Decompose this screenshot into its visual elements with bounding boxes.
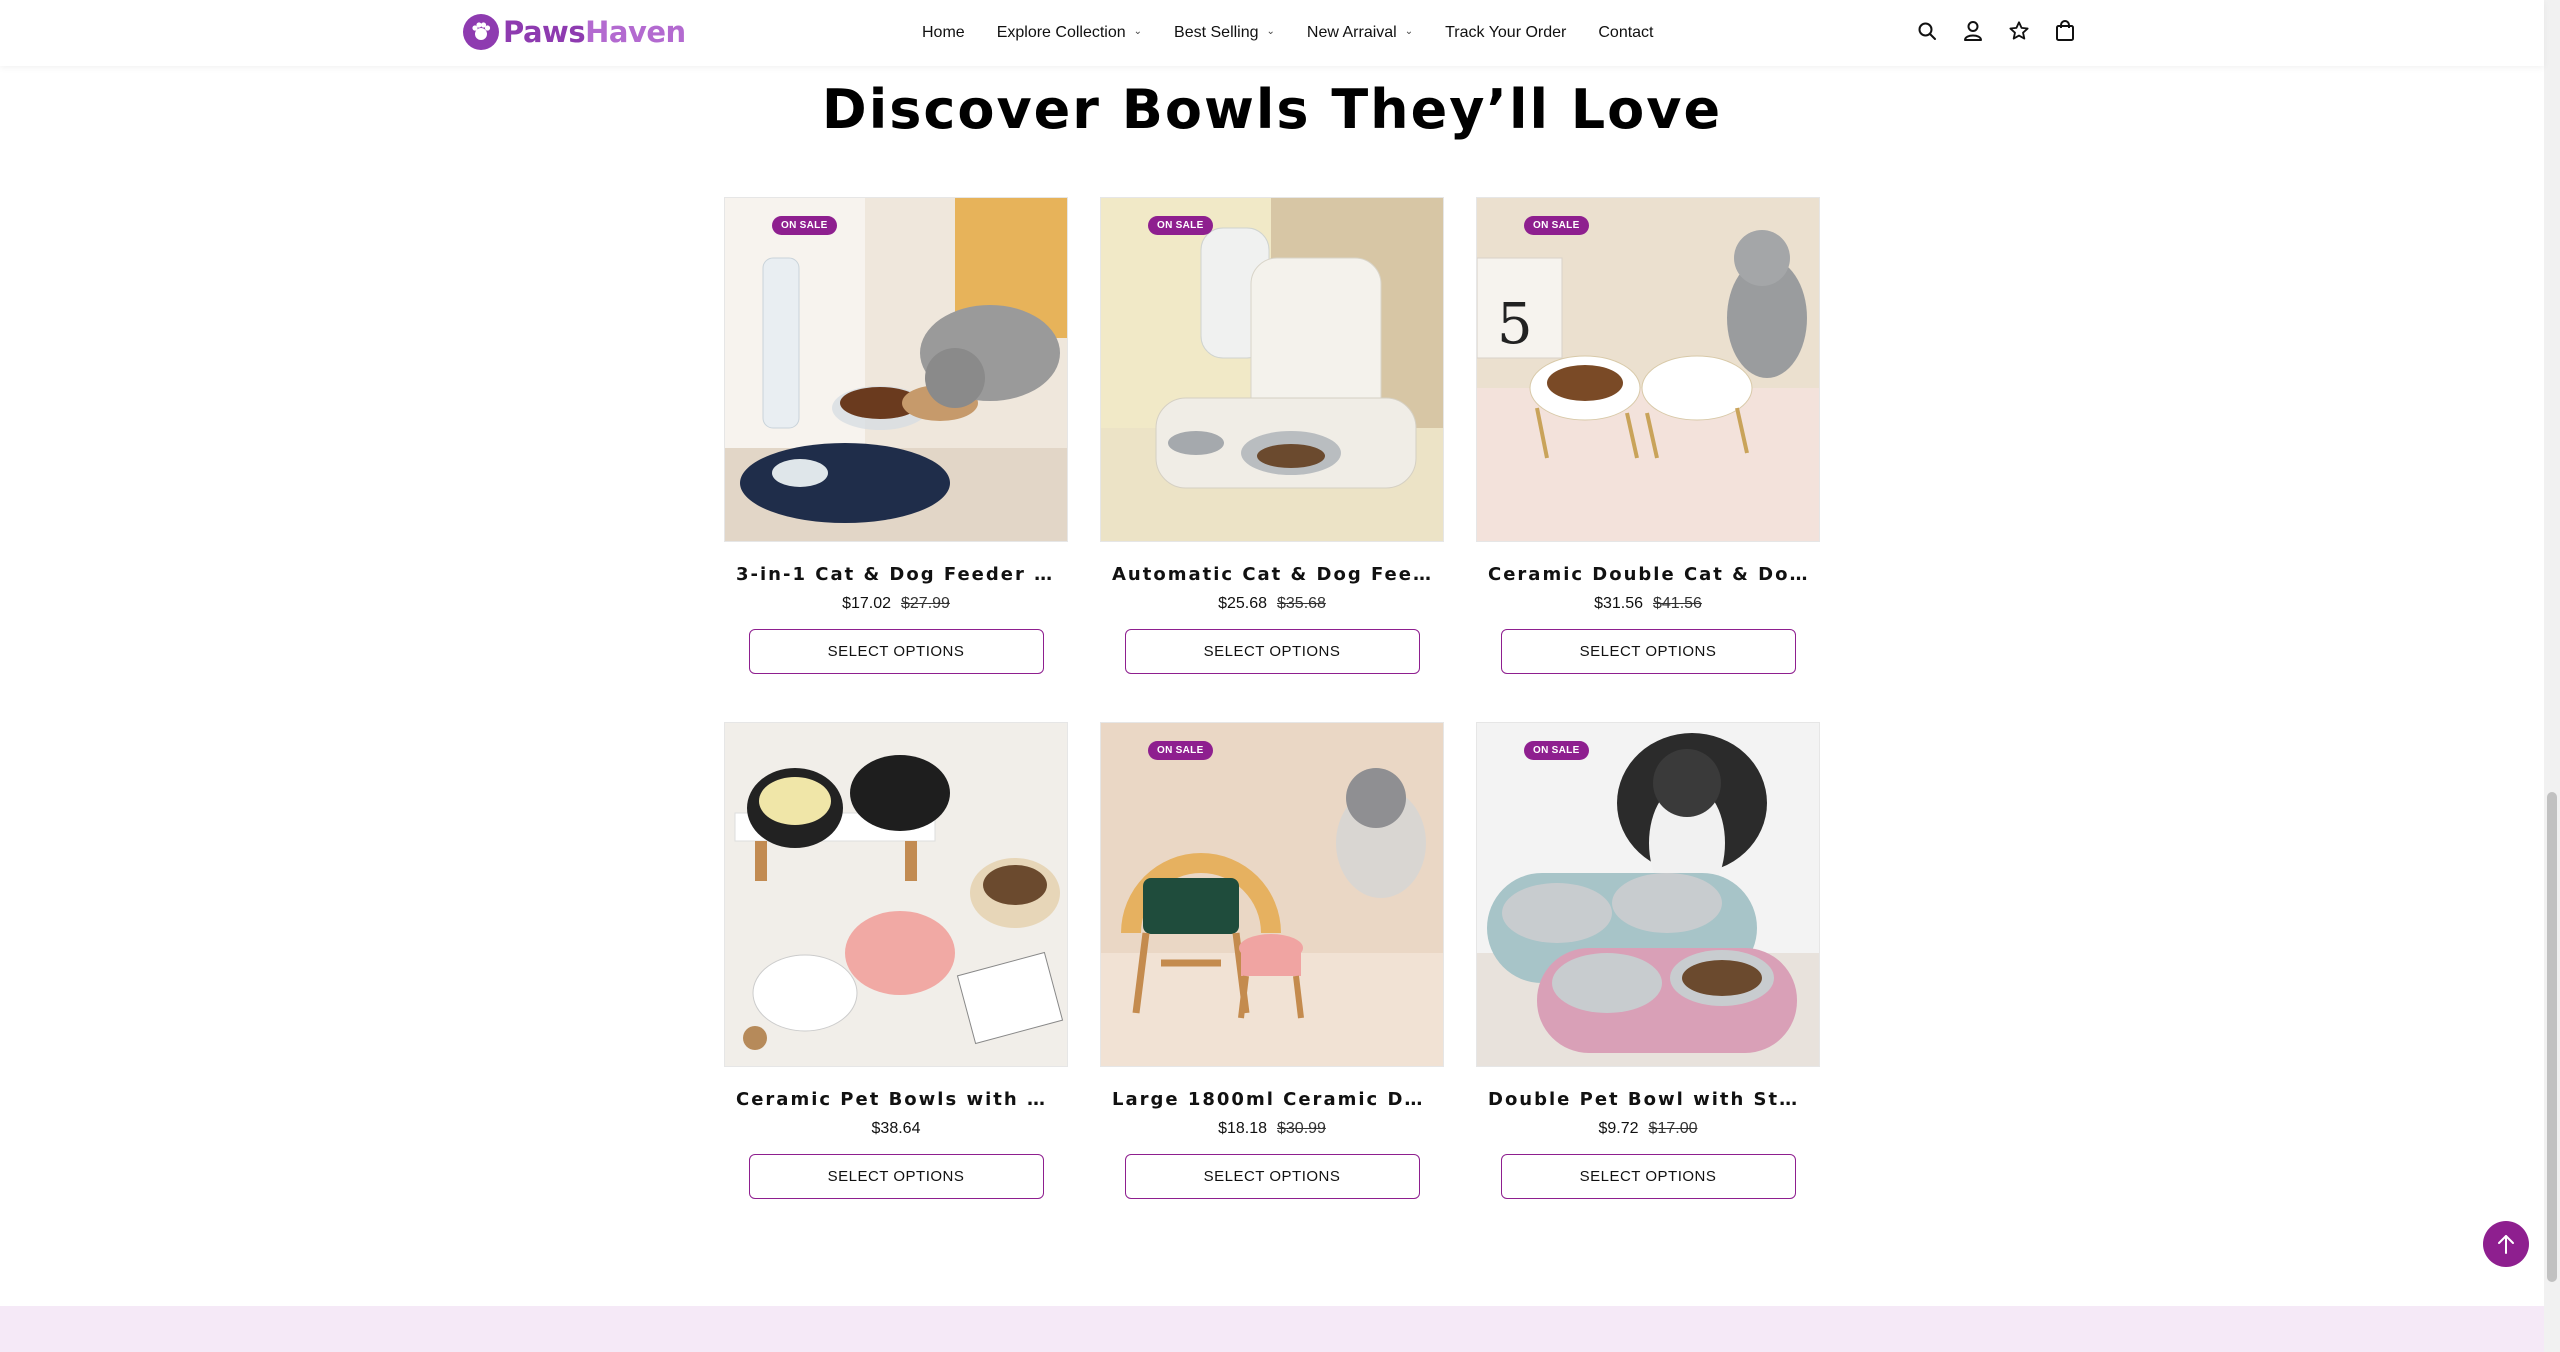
product-prices: $17.02 $27.99 bbox=[724, 595, 1068, 613]
arrow-up-icon bbox=[2498, 1235, 2514, 1254]
product-image[interactable]: ON SALE bbox=[1476, 722, 1820, 1067]
product-card: ON SALE Large 1800ml Ceramic Dog Bowl wi… bbox=[1100, 722, 1444, 1247]
nav-item-label: Track Your Order bbox=[1445, 24, 1567, 41]
chevron-down-icon: ⌄ bbox=[1266, 25, 1275, 37]
product-title[interactable]: Double Pet Bowl with Stainless Steel bbox=[1476, 1089, 1820, 1110]
nav-item-label: Best Selling bbox=[1174, 24, 1259, 41]
user-icon[interactable] bbox=[1962, 19, 1984, 43]
page-scrollbar[interactable] bbox=[2544, 0, 2560, 1352]
select-options-button[interactable]: SELECT OPTIONS bbox=[1500, 1154, 1796, 1199]
brand-logo[interactable]: PawsHaven bbox=[463, 14, 686, 50]
section-title: Discover Bowls They’ll Love bbox=[821, 78, 1723, 141]
star-icon[interactable] bbox=[2008, 19, 2030, 43]
product-prices: $31.56 $41.56 bbox=[1476, 595, 1820, 613]
scrollbar-thumb[interactable] bbox=[2547, 792, 2557, 1282]
product-price: $17.02 bbox=[842, 595, 891, 612]
nav-item-best-selling[interactable]: Best Selling ⌄ bbox=[1174, 24, 1275, 42]
product-price: $25.68 bbox=[1218, 595, 1267, 612]
nav-item-label: Explore Collection bbox=[996, 24, 1126, 41]
product-grid: ON SALE 3-in-1 Cat & Dog Feeder with Wat… bbox=[724, 197, 1822, 1247]
main-nav: Home Explore Collection ⌄ Best Selling ⌄ N… bbox=[922, 0, 1686, 66]
sale-badge: ON SALE bbox=[772, 216, 837, 235]
nav-item-track-order[interactable]: Track Your Order bbox=[1445, 24, 1566, 42]
select-options-button[interactable]: SELECT OPTIONS bbox=[748, 629, 1044, 674]
product-image[interactable] bbox=[724, 722, 1068, 1067]
product-price: $38.64 bbox=[871, 1120, 921, 1137]
select-options-button[interactable]: SELECT OPTIONS bbox=[1124, 629, 1420, 674]
product-old-price: $41.56 bbox=[1653, 595, 1702, 612]
search-icon[interactable] bbox=[1916, 19, 1938, 43]
product-title[interactable]: Large 1800ml Ceramic Dog Bowl with Stand bbox=[1100, 1089, 1444, 1110]
product-old-price: $27.99 bbox=[901, 595, 950, 612]
select-options-button[interactable]: SELECT OPTIONS bbox=[748, 1154, 1044, 1199]
sale-badge: ON SALE bbox=[1148, 216, 1213, 235]
nav-item-label: Contact bbox=[1598, 24, 1654, 41]
product-image[interactable]: ON SALE bbox=[1100, 197, 1444, 542]
select-options-button[interactable]: SELECT OPTIONS bbox=[1500, 629, 1796, 674]
product-price: $9.72 bbox=[1598, 1120, 1639, 1137]
brand-name-part2: Haven bbox=[585, 15, 686, 49]
nav-item-new-arraival[interactable]: New Arraival ⌄ bbox=[1307, 24, 1413, 42]
chevron-down-icon: ⌄ bbox=[1404, 25, 1414, 37]
product-card: ON SALE 3-in-1 Cat & Dog Feeder with Wat… bbox=[724, 197, 1068, 722]
paw-logo-icon bbox=[463, 14, 499, 50]
chevron-down-icon: ⌄ bbox=[1133, 25, 1143, 37]
product-prices: $38.64 bbox=[724, 1120, 1068, 1138]
product-old-price: $17.00 bbox=[1648, 1120, 1698, 1137]
product-card: Ceramic Pet Bowls with Bamboo Stand $38.… bbox=[724, 722, 1068, 1247]
header-actions bbox=[1916, 19, 2076, 43]
product-image[interactable]: 5 ON SALE bbox=[1476, 197, 1820, 542]
product-title[interactable]: Automatic Cat & Dog Feeder with Stainles… bbox=[1100, 564, 1444, 585]
sale-badge: ON SALE bbox=[1148, 741, 1213, 760]
scroll-to-top-button[interactable] bbox=[2483, 1221, 2529, 1267]
product-image[interactable]: ON SALE bbox=[1100, 722, 1444, 1067]
product-old-price: $30.99 bbox=[1277, 1120, 1326, 1137]
site-header: PawsHaven Home Explore Collection ⌄ Best … bbox=[0, 0, 2544, 66]
sale-badge: ON SALE bbox=[1524, 741, 1589, 760]
product-card: ON SALE Double Pet Bowl with Stainless S… bbox=[1476, 722, 1820, 1247]
product-prices: $18.18 $30.99 bbox=[1100, 1120, 1444, 1138]
svg-text:5: 5 bbox=[1497, 292, 1533, 357]
product-image[interactable]: ON SALE bbox=[724, 197, 1068, 542]
nav-item-contact[interactable]: Contact bbox=[1598, 24, 1653, 42]
brand-name: PawsHaven bbox=[503, 15, 686, 49]
nav-item-label: New Arraival bbox=[1306, 24, 1397, 41]
sale-badge: ON SALE bbox=[1524, 216, 1589, 235]
bag-icon[interactable] bbox=[2054, 19, 2076, 43]
product-title[interactable]: Ceramic Pet Bowls with Bamboo Stand bbox=[724, 1089, 1068, 1110]
brand-name-part1: Paws bbox=[503, 15, 586, 49]
product-old-price: $35.68 bbox=[1277, 595, 1326, 612]
product-title[interactable]: Ceramic Double Cat & Dog Bowls with Stan… bbox=[1476, 564, 1820, 585]
product-prices: $9.72 $17.00 bbox=[1476, 1120, 1820, 1138]
product-price: $31.56 bbox=[1594, 595, 1643, 612]
product-card: 5 ON SALE Ceramic Double Cat & Dog Bowls… bbox=[1476, 197, 1820, 722]
nav-item-home[interactable]: Home bbox=[922, 24, 965, 42]
nav-item-label: Home bbox=[922, 24, 965, 41]
product-card: ON SALE Automatic Cat & Dog Feeder with … bbox=[1100, 197, 1444, 722]
nav-item-explore-collection[interactable]: Explore Collection ⌄ bbox=[997, 24, 1142, 42]
product-title[interactable]: 3-in-1 Cat & Dog Feeder with Water Dispe… bbox=[724, 564, 1068, 585]
footer-band bbox=[0, 1306, 2544, 1352]
product-prices: $25.68 $35.68 bbox=[1100, 595, 1444, 613]
select-options-button[interactable]: SELECT OPTIONS bbox=[1124, 1154, 1420, 1199]
product-price: $18.18 bbox=[1218, 1120, 1267, 1137]
